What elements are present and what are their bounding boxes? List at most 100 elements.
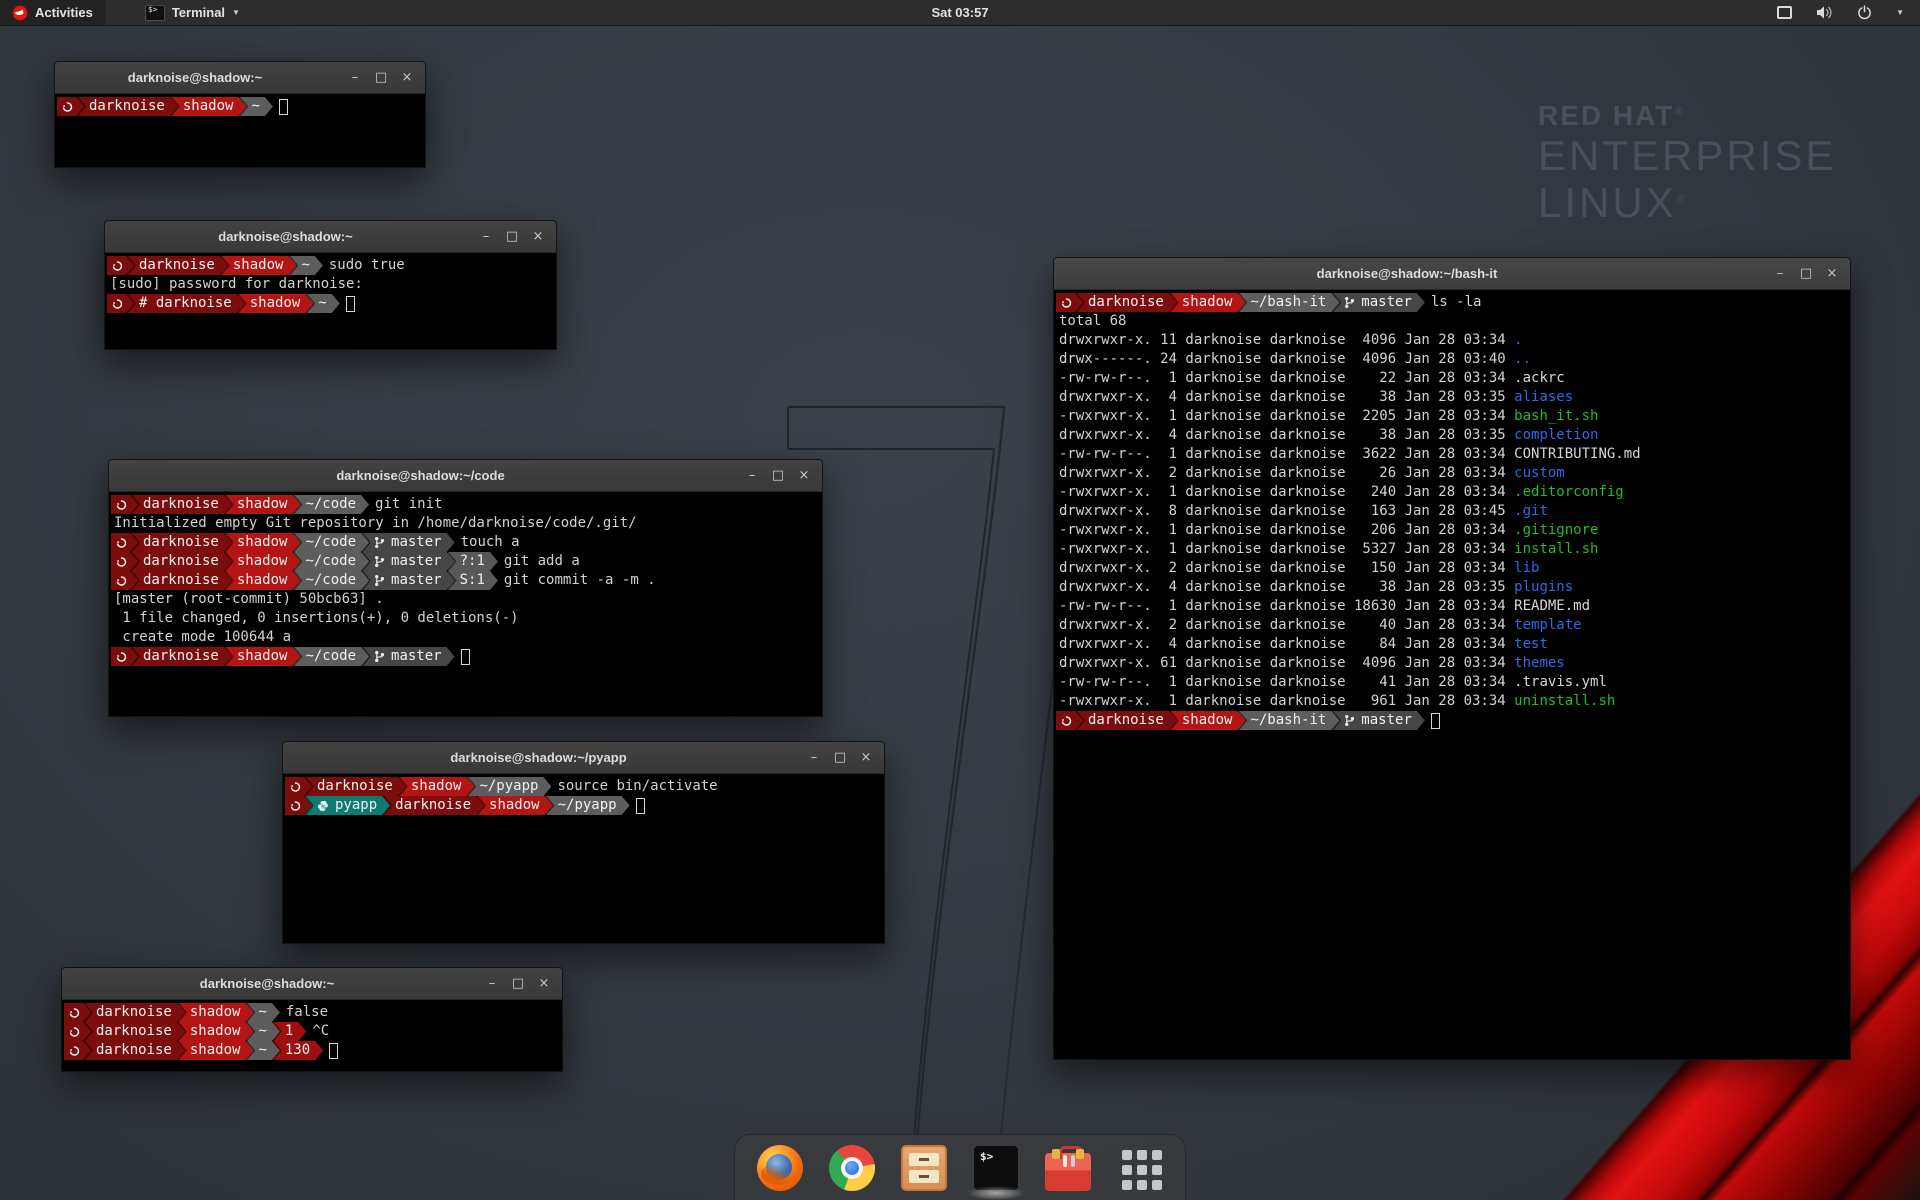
dock-item-firefox[interactable] (757, 1145, 803, 1191)
chrome-icon (829, 1145, 875, 1191)
minimize-button[interactable]: – (476, 227, 496, 247)
dock-item-terminal[interactable] (973, 1145, 1019, 1191)
command-text: git add a (504, 552, 580, 571)
minimize-button[interactable]: – (1770, 264, 1790, 284)
activities-button[interactable]: Activities (0, 0, 105, 25)
close-button[interactable]: × (534, 974, 554, 994)
terminal-window-bash-it: darknoise@shadow:~/bash-it–□ × darknoisesh… (1053, 257, 1851, 1060)
prompt-segment-host: shadow (1170, 293, 1246, 312)
prompt-segment-user: # darknoise (127, 294, 245, 313)
minimize-button[interactable]: – (742, 466, 762, 486)
ls-file-name: bash_it.sh (1514, 407, 1598, 426)
prompt-segment-user: darknoise (84, 1041, 185, 1060)
clock[interactable]: Sat 03:57 (931, 5, 988, 20)
maximize-button[interactable]: □ (768, 466, 788, 486)
terminal-content[interactable]: darknoiseshadow~ (55, 94, 425, 167)
terminal-line: -rw-rw-r--. 1 darknoise darknoise 18630 … (1056, 597, 1848, 616)
ls-row-fields: drwxrwxr-x. 4 darknoise darknoise 84 Jan… (1056, 635, 1514, 654)
ls-file-name: test (1514, 635, 1548, 654)
terminal-line: -rw-rw-r--. 1 darknoise darknoise 22 Jan… (1056, 369, 1848, 388)
prompt-segment-exit: 130 (273, 1041, 323, 1060)
redhat-logo: RED HAT® ENTERPRISE LINUX® (1538, 100, 1836, 226)
dock-item-app-grid[interactable] (1117, 1145, 1163, 1191)
maximize-button[interactable]: □ (371, 68, 391, 88)
prompt-segment-icon (64, 1041, 91, 1060)
prompt-segment-user: darknoise (77, 97, 178, 116)
window-title: darknoise@shadow:~ (55, 70, 335, 85)
ls-row-fields: -rwxrwxr-x. 1 darknoise darknoise 206 Ja… (1056, 521, 1514, 540)
dock (734, 1134, 1186, 1200)
maximize-button[interactable]: □ (502, 227, 522, 247)
terminal-line: darknoiseshadow~1^C (64, 1022, 560, 1041)
dock-item-toolbox[interactable] (1045, 1145, 1091, 1191)
terminal-content[interactable]: darknoiseshadow~falsedarknoiseshadow~1^C… (62, 1000, 562, 1071)
output-text: [master (root-commit) 50bcb63] . (111, 590, 384, 609)
terminal-line: -rwxrwxr-x. 1 darknoise darknoise 206 Ja… (1056, 521, 1848, 540)
prompt-segment-host: shadow (178, 1041, 254, 1060)
window-titlebar[interactable]: darknoise@shadow:~–□× (105, 221, 556, 253)
terminal-line: drwxrwxr-x. 4 darknoise darknoise 38 Jan… (1056, 426, 1848, 445)
prompt-segment-path: ~/code (293, 552, 369, 571)
window-titlebar[interactable]: darknoise@shadow:~–□ × (55, 62, 425, 94)
window-titlebar[interactable]: darknoise@shadow:~/bash-it–□ × (1054, 258, 1850, 290)
redhat-prompt-icon (290, 800, 301, 812)
prompt-segment-host: shadow (221, 256, 297, 275)
minimize-button[interactable]: – (482, 974, 502, 994)
window-titlebar[interactable]: darknoise@shadow:~–□× (62, 968, 562, 1000)
close-button[interactable]: × (794, 466, 814, 486)
terminal-line: -rwxrwxr-x. 1 darknoise darknoise 2205 J… (1056, 407, 1848, 426)
ls-file-name: custom (1514, 464, 1565, 483)
ls-file-name: .ackrc (1514, 369, 1565, 388)
terminal-window-home-1: darknoise@shadow:~–□ × darknoiseshadow~ (54, 61, 426, 168)
command-text: ls -la (1431, 293, 1482, 312)
ls-row-fields: drwxrwxr-x. 2 darknoise darknoise 40 Jan… (1056, 616, 1514, 635)
terminal-content[interactable]: darknoiseshadow~/bash-itmasterls -latota… (1054, 290, 1850, 1059)
ls-file-name: themes (1514, 654, 1565, 673)
maximize-button[interactable]: □ (830, 748, 850, 768)
dock-item-chrome[interactable] (829, 1145, 875, 1191)
window-titlebar[interactable]: darknoise@shadow:~/code–□× (109, 460, 822, 492)
prompt-segment-user: darknoise (131, 495, 232, 514)
terminal-content[interactable]: darknoiseshadow~/codegit initInitialized… (109, 492, 822, 716)
dock-item-files[interactable] (901, 1145, 947, 1191)
window-titlebar[interactable]: darknoise@shadow:~/pyapp–□× (283, 742, 884, 774)
prompt-segment-user: darknoise (127, 256, 228, 275)
close-button[interactable]: × (856, 748, 876, 768)
ls-row-fields: -rwxrwxr-x. 1 darknoise darknoise 961 Ja… (1056, 692, 1514, 711)
terminal-content[interactable]: darknoiseshadow~/pyappsource bin/activat… (283, 774, 884, 943)
caret-down-icon[interactable]: ▼ (1896, 8, 1904, 17)
terminal-line: -rwxrwxr-x. 1 darknoise darknoise 5327 J… (1056, 540, 1848, 559)
maximize-button[interactable]: □ (508, 974, 528, 994)
terminal-window-code: darknoise@shadow:~/code–□×darknoiseshado… (108, 459, 823, 717)
minimize-button[interactable]: – (345, 68, 365, 88)
app-menu-terminal[interactable]: $> Terminal ▼ (133, 0, 252, 25)
maximize-button[interactable]: □ (1796, 264, 1816, 284)
prompt-segment-host: shadow (225, 533, 301, 552)
ls-file-name: aliases (1514, 388, 1573, 407)
terminal-window-home-2: darknoise@shadow:~–□×darknoiseshadow~fal… (61, 967, 563, 1072)
terminal-line: darknoiseshadow~/bash-itmasterls -la (1056, 293, 1848, 312)
terminal-line: darknoiseshadow~false (64, 1003, 560, 1022)
window-title: darknoise@shadow:~/bash-it (1054, 266, 1760, 281)
command-text: git commit -a -m . (504, 571, 656, 590)
terminal-line: darknoiseshadow~/codemaster (111, 647, 820, 666)
ls-file-name: template (1514, 616, 1581, 635)
power-icon[interactable] (1857, 5, 1872, 20)
prompt-segment-host: shadow (225, 647, 301, 666)
git-branch-icon (374, 574, 385, 587)
terminal-line: drwxrwxr-x. 4 darknoise darknoise 38 Jan… (1056, 578, 1848, 597)
close-button[interactable]: × (528, 227, 548, 247)
prompt-segment-path: ~/bash-it (1238, 711, 1339, 730)
minimize-button[interactable]: – (804, 748, 824, 768)
ls-file-name: .travis.yml (1514, 673, 1607, 692)
volume-icon[interactable] (1816, 5, 1833, 20)
prompt-segment-user: darknoise (1076, 293, 1177, 312)
terminal-line: darknoiseshadow~130 (64, 1041, 560, 1060)
prompt-segment-icon (111, 571, 138, 590)
terminal-content[interactable]: darknoiseshadow~sudo true[sudo] password… (105, 253, 556, 349)
close-button[interactable]: × (397, 68, 417, 88)
screen-icon[interactable] (1777, 6, 1792, 19)
terminal-line: drwxrwxr-x. 2 darknoise darknoise 150 Ja… (1056, 559, 1848, 578)
close-button[interactable]: × (1822, 264, 1842, 284)
terminal-line: -rwxrwxr-x. 1 darknoise darknoise 240 Ja… (1056, 483, 1848, 502)
